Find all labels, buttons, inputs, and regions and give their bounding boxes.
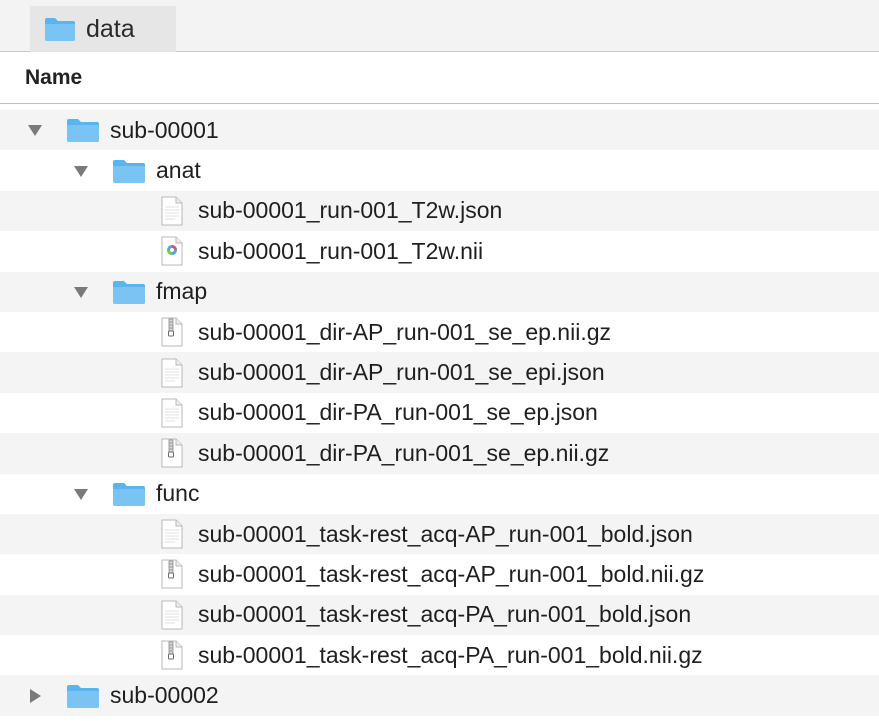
folder-name: func [156, 480, 200, 507]
file-row[interactable]: sub-00001_run-001_T2w.nii [0, 231, 879, 271]
disclosure-toggle[interactable] [72, 485, 90, 503]
disclosure-toggle[interactable] [26, 687, 44, 705]
json-file-icon [161, 196, 183, 226]
folder-row[interactable]: sub-00002 [0, 675, 879, 716]
folder-icon [113, 159, 145, 183]
folder-name: fmap [156, 278, 208, 305]
tab-bar: data [0, 0, 879, 52]
file-name: sub-00001_task-rest_acq-PA_run-001_bold.… [198, 601, 692, 628]
file-row[interactable]: sub-00001_run-001_T2w.json [0, 190, 879, 232]
archive-file-icon [161, 640, 183, 670]
file-row[interactable]: sub-00001_dir-PA_run-001_se_ep.nii.gz [0, 433, 879, 474]
file-name: sub-00001_run-001_T2w.json [198, 197, 503, 224]
chevron-down-icon [28, 125, 42, 137]
file-name: sub-00001_run-001_T2w.nii [198, 237, 484, 264]
tab-label: data [86, 14, 135, 43]
file-name: sub-00001_dir-PA_run-001_se_ep.nii.gz [198, 439, 610, 466]
folder-row[interactable]: fmap [0, 271, 879, 312]
json-file-icon [161, 519, 183, 549]
file-row[interactable]: sub-00001_dir-AP_run-001_se_ep.nii.gz [0, 312, 879, 352]
chevron-right-icon [30, 688, 41, 703]
file-row[interactable]: sub-00001_task-rest_acq-PA_run-001_bold.… [0, 594, 879, 636]
file-row[interactable]: sub-00001_dir-AP_run-001_se_epi.json [0, 352, 879, 393]
folder-row[interactable]: anat [0, 150, 879, 190]
json-file-icon [161, 600, 183, 630]
json-file-icon [161, 398, 183, 428]
disclosure-toggle[interactable] [26, 121, 44, 139]
disclosure-toggle[interactable] [72, 283, 90, 301]
disclosure-toggle[interactable] [72, 162, 90, 180]
file-row[interactable]: sub-00001_dir-PA_run-001_se_ep.json [0, 393, 879, 433]
folder-icon [113, 482, 145, 506]
folder-icon [113, 280, 145, 304]
column-header-name[interactable]: Name [0, 52, 879, 104]
file-tree: sub-00001 anat sub-00001_run-001_T2w.jsons… [0, 110, 879, 716]
file-name: sub-00001_dir-AP_run-001_se_epi.json [198, 359, 605, 386]
folder-icon [67, 119, 99, 143]
file-name: sub-00001_task-rest_acq-AP_run-001_bold.… [198, 560, 705, 587]
chevron-down-icon [74, 165, 88, 177]
nifti-file-icon [161, 236, 183, 266]
column-header-label: Name [25, 65, 83, 89]
archive-file-icon [161, 559, 183, 589]
folder-name: sub-00002 [110, 682, 219, 709]
file-name: sub-00001_task-rest_acq-AP_run-001_bold.… [198, 520, 693, 547]
json-file-icon [161, 358, 183, 388]
file-name: sub-00001_dir-PA_run-001_se_ep.json [198, 399, 598, 426]
file-name: sub-00001_task-rest_acq-PA_run-001_bold.… [198, 641, 703, 668]
file-row[interactable]: sub-00001_task-rest_acq-AP_run-001_bold.… [0, 513, 879, 555]
folder-icon [45, 18, 75, 41]
file-name: sub-00001_dir-AP_run-001_se_ep.nii.gz [198, 318, 612, 345]
file-row[interactable]: sub-00001_task-rest_acq-PA_run-001_bold.… [0, 635, 879, 675]
archive-file-icon [161, 317, 183, 347]
tab-data[interactable]: data [30, 6, 176, 52]
folder-name: sub-00001 [110, 116, 219, 143]
file-row[interactable]: sub-00001_task-rest_acq-AP_run-001_bold.… [0, 554, 879, 594]
folder-icon [67, 684, 99, 708]
folder-row[interactable]: func [0, 474, 879, 514]
folder-row[interactable]: sub-00001 [0, 110, 879, 151]
chevron-down-icon [74, 286, 88, 298]
folder-name: anat [156, 157, 201, 184]
archive-file-icon [161, 438, 183, 468]
chevron-down-icon [74, 488, 88, 500]
